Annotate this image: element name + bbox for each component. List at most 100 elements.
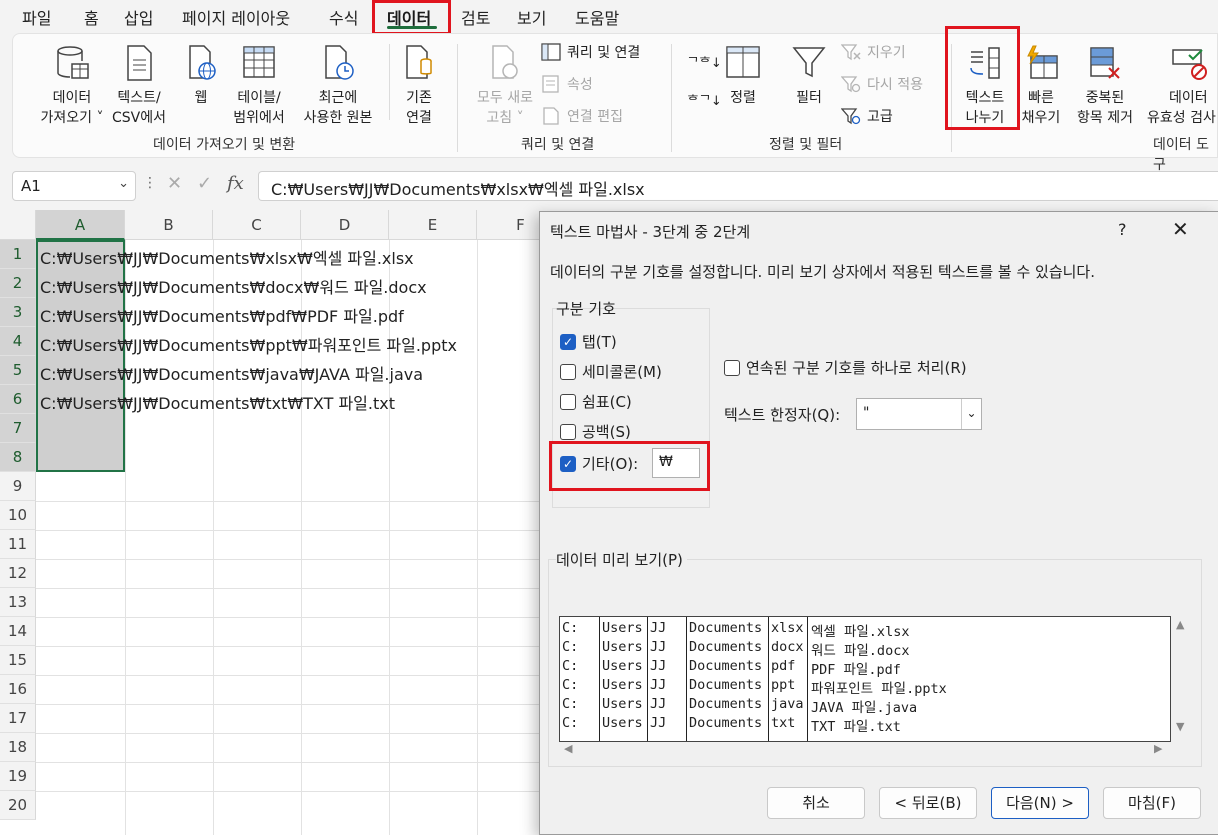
chevron-down-icon[interactable]: ⌄ — [118, 176, 129, 191]
scroll-up-icon[interactable]: ▲ — [1176, 618, 1184, 631]
tab-view[interactable]: 보기 — [517, 5, 546, 29]
get-data-button[interactable]: 데이터 가져오기 ˅ — [27, 44, 117, 128]
delimiter-semicolon-checkbox[interactable]: 세미콜론(M) — [560, 361, 662, 382]
flash-fill-button[interactable]: 빠른 채우기 — [1017, 44, 1065, 128]
cell-a4[interactable]: C:₩Users₩JJ₩Documents₩ppt₩파워포인트 파일.pptx — [40, 332, 457, 356]
data-validation-button[interactable]: 데이터 유효성 검사 — [1143, 44, 1218, 128]
tab-formulas[interactable]: 수식 — [329, 5, 358, 29]
row-header[interactable]: 20 — [0, 791, 36, 820]
cell-a5[interactable]: C:₩Users₩JJ₩Documents₩java₩JAVA 파일.java — [40, 361, 423, 385]
enter-check-icon[interactable]: ✓ — [197, 173, 212, 194]
queries-connections-button[interactable]: 쿼리 및 연결 — [541, 42, 640, 62]
cell-a2[interactable]: C:₩Users₩JJ₩Documents₩docx₩워드 파일.docx — [40, 274, 427, 298]
existing-connections-button[interactable]: 기존 연결 — [395, 44, 443, 128]
row-header[interactable]: 11 — [0, 530, 36, 559]
worksheet[interactable]: A B C D E F 1 2 3 4 5 6 7 8 9 10 11 12 1… — [0, 210, 540, 835]
checkbox-unchecked-icon[interactable] — [560, 393, 576, 410]
row-header[interactable]: 12 — [0, 559, 36, 588]
remove-duplicates-button[interactable]: 중복된 항목 제거 — [1069, 44, 1141, 128]
cancel-icon[interactable]: ✕ — [167, 173, 182, 194]
col-header-b[interactable]: B — [125, 210, 213, 240]
checkbox-unchecked-icon[interactable] — [560, 423, 576, 440]
row-header[interactable]: 18 — [0, 733, 36, 762]
tab-review[interactable]: 검토 — [461, 5, 490, 29]
clear-filter-button[interactable]: 지우기 — [841, 42, 906, 62]
cell-a6[interactable]: C:₩Users₩JJ₩Documents₩txt₩TXT 파일.txt — [40, 390, 395, 414]
delimiter-comma-checkbox[interactable]: 쉼표(C) — [560, 391, 632, 412]
insert-function-icon[interactable]: fx — [227, 173, 244, 194]
row-header[interactable]: 17 — [0, 704, 36, 733]
preview-cell: Users — [602, 639, 643, 655]
finish-button[interactable]: 마침(F) — [1103, 787, 1201, 819]
text-qualifier-label: 텍스트 한정자(Q): — [724, 406, 841, 424]
reapply-button[interactable]: 다시 적용 — [841, 74, 923, 94]
row-header[interactable]: 14 — [0, 617, 36, 646]
name-box[interactable]: A1 ⌄ — [12, 171, 136, 201]
select-all-corner[interactable] — [0, 210, 36, 240]
delimiter-space-checkbox[interactable]: 공백(S) — [560, 421, 631, 442]
tab-home[interactable]: 홈 — [84, 5, 99, 29]
text-qualifier-select[interactable]: " ⌄ — [856, 398, 982, 430]
row-header[interactable]: 4 — [0, 327, 36, 356]
help-button[interactable]: ? — [1118, 220, 1127, 239]
tab-file[interactable]: 파일 — [22, 5, 51, 29]
sort-button[interactable]: 정렬 — [721, 44, 765, 108]
sort-descending-icon: ᄒᄀ↓ — [687, 94, 722, 109]
back-button[interactable]: < 뒤로(B) — [879, 787, 977, 819]
advanced-filter-button[interactable]: 고급 — [841, 106, 893, 126]
cell-a1[interactable]: C:₩Users₩JJ₩Documents₩xlsx₩엑셀 파일.xlsx — [40, 245, 414, 269]
refresh-all-button[interactable]: 모두 새로 고침 ˅ — [465, 44, 545, 128]
close-icon[interactable]: ✕ — [1172, 217, 1189, 241]
row-header[interactable]: 16 — [0, 675, 36, 704]
next-button[interactable]: 다음(N) > — [991, 787, 1089, 819]
from-text-csv-button[interactable]: 텍스트/ CSV에서 — [105, 44, 173, 128]
row-header[interactable]: 8 — [0, 443, 36, 472]
checkbox-unchecked-icon[interactable] — [724, 359, 740, 376]
recent-sources-button[interactable]: 최근에 사용한 원본 — [293, 44, 383, 128]
scroll-left-icon[interactable]: ◀ — [564, 742, 572, 755]
col-header-e[interactable]: E — [389, 210, 477, 240]
checkbox-unchecked-icon[interactable] — [560, 363, 576, 380]
tab-page-layout[interactable]: 페이지 레이아웃 — [182, 5, 290, 29]
row-header[interactable]: 10 — [0, 501, 36, 530]
formula-input[interactable]: C:₩Users₩JJ₩Documents₩xlsx₩엑셀 파일.xlsx — [258, 171, 1218, 201]
row-header[interactable]: 13 — [0, 588, 36, 617]
col-header-f[interactable]: F — [477, 210, 540, 240]
row-header[interactable]: 1 — [0, 240, 36, 269]
row-header[interactable]: 15 — [0, 646, 36, 675]
edit-links-button[interactable]: 연결 편집 — [541, 106, 623, 126]
checkbox-checked-icon[interactable]: ✓ — [560, 333, 576, 350]
from-web-button[interactable]: 웹 — [181, 44, 221, 108]
scroll-down-icon[interactable]: ▼ — [1176, 720, 1184, 733]
tab-help[interactable]: 도움말 — [575, 5, 619, 29]
row-header[interactable]: 3 — [0, 298, 36, 327]
row-header[interactable]: 5 — [0, 356, 36, 385]
preview-cell: Documents — [689, 639, 763, 655]
filter-button[interactable]: 필터 — [787, 44, 831, 108]
properties-label: 속성 — [567, 77, 593, 93]
preview-cell: PDF 파일.pdf — [811, 662, 901, 678]
consecutive-delimiters-checkbox[interactable]: 연속된 구분 기호를 하나로 처리(R) — [724, 357, 967, 378]
row-header[interactable]: 9 — [0, 472, 36, 501]
from-table-range-button[interactable]: 테이블/ 범위에서 — [225, 44, 293, 128]
sort-desc-button[interactable]: ᄒᄀ↓ — [687, 90, 722, 109]
properties-button[interactable]: 속성 — [541, 74, 593, 94]
flash-fill-label-2: 채우기 — [1021, 110, 1061, 126]
row-header[interactable]: 6 — [0, 385, 36, 414]
cell-a3[interactable]: C:₩Users₩JJ₩Documents₩pdf₩PDF 파일.pdf — [40, 303, 404, 327]
row-header[interactable]: 7 — [0, 414, 36, 443]
chevron-down-icon[interactable]: ⌄ — [961, 399, 981, 429]
col-header-a[interactable]: A — [36, 210, 125, 240]
grid-line — [477, 240, 478, 835]
row-header[interactable]: 2 — [0, 269, 36, 298]
more-options-icon[interactable]: ⋮ — [143, 175, 157, 191]
scroll-right-icon[interactable]: ▶ — [1154, 742, 1162, 755]
delimiter-tab-checkbox[interactable]: ✓ 탭(T) — [560, 331, 617, 352]
data-preview[interactable]: C: Users JJ Documents xlsx 엑셀 파일.xlsx C: Users J… — [559, 616, 1171, 742]
cancel-button[interactable]: 취소 — [767, 787, 865, 819]
row-header[interactable]: 19 — [0, 762, 36, 791]
tab-insert[interactable]: 삽입 — [124, 5, 153, 29]
sort-asc-button[interactable]: ᄀᄒ↓ — [687, 52, 722, 71]
col-header-d[interactable]: D — [301, 210, 389, 240]
col-header-c[interactable]: C — [213, 210, 301, 240]
